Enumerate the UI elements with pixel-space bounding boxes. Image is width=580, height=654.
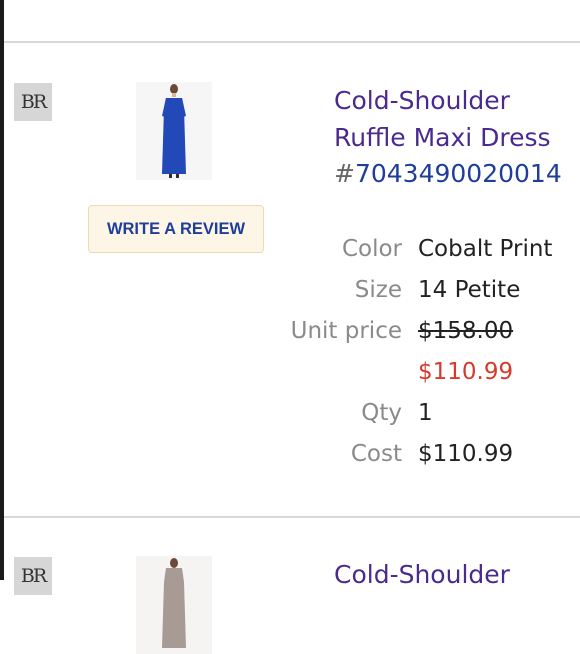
sku-hash: # bbox=[334, 159, 355, 188]
product-title-link[interactable]: Cold-Shoulder Ruffle Maxi Dress bbox=[334, 82, 574, 156]
product-title-line1: Cold-Shoulder bbox=[334, 86, 510, 115]
product-thumbnail[interactable] bbox=[136, 556, 212, 654]
product-title-link[interactable]: Cold-Shoulder bbox=[334, 556, 574, 593]
product-title-line1: Cold-Shoulder bbox=[334, 560, 510, 589]
left-border bbox=[0, 0, 4, 580]
sale-price: $110.99 bbox=[418, 359, 514, 385]
banana-republic-logo-icon: BR bbox=[14, 83, 52, 121]
divider-bottom bbox=[4, 516, 580, 518]
dress-image-icon bbox=[136, 82, 212, 180]
size-value: 14 Petite bbox=[418, 277, 521, 303]
qty-value: 1 bbox=[418, 400, 433, 426]
product-title-line2: Ruffle Maxi Dress bbox=[334, 123, 551, 152]
qty-label: Qty bbox=[361, 400, 402, 426]
dress-image-icon bbox=[136, 556, 212, 654]
cost-value: $110.99 bbox=[418, 441, 514, 467]
original-price: $158.00 bbox=[418, 318, 514, 344]
color-label: Color bbox=[341, 236, 402, 262]
product-thumbnail[interactable] bbox=[136, 82, 212, 180]
cost-label: Cost bbox=[350, 441, 402, 467]
sku-number[interactable]: 7043490020014 bbox=[355, 159, 562, 188]
product-sku: #7043490020014 bbox=[334, 158, 562, 190]
unit-price-label: Unit price bbox=[290, 318, 402, 344]
size-label: Size bbox=[354, 277, 402, 303]
brand-mark-text: BR bbox=[20, 91, 47, 113]
divider-top bbox=[4, 41, 580, 43]
write-a-review-button[interactable]: WRITE A REVIEW bbox=[88, 205, 264, 253]
banana-republic-logo-icon: BR bbox=[14, 557, 52, 595]
brand-mark-text: BR bbox=[20, 565, 47, 587]
color-value: Cobalt Print bbox=[418, 236, 553, 262]
